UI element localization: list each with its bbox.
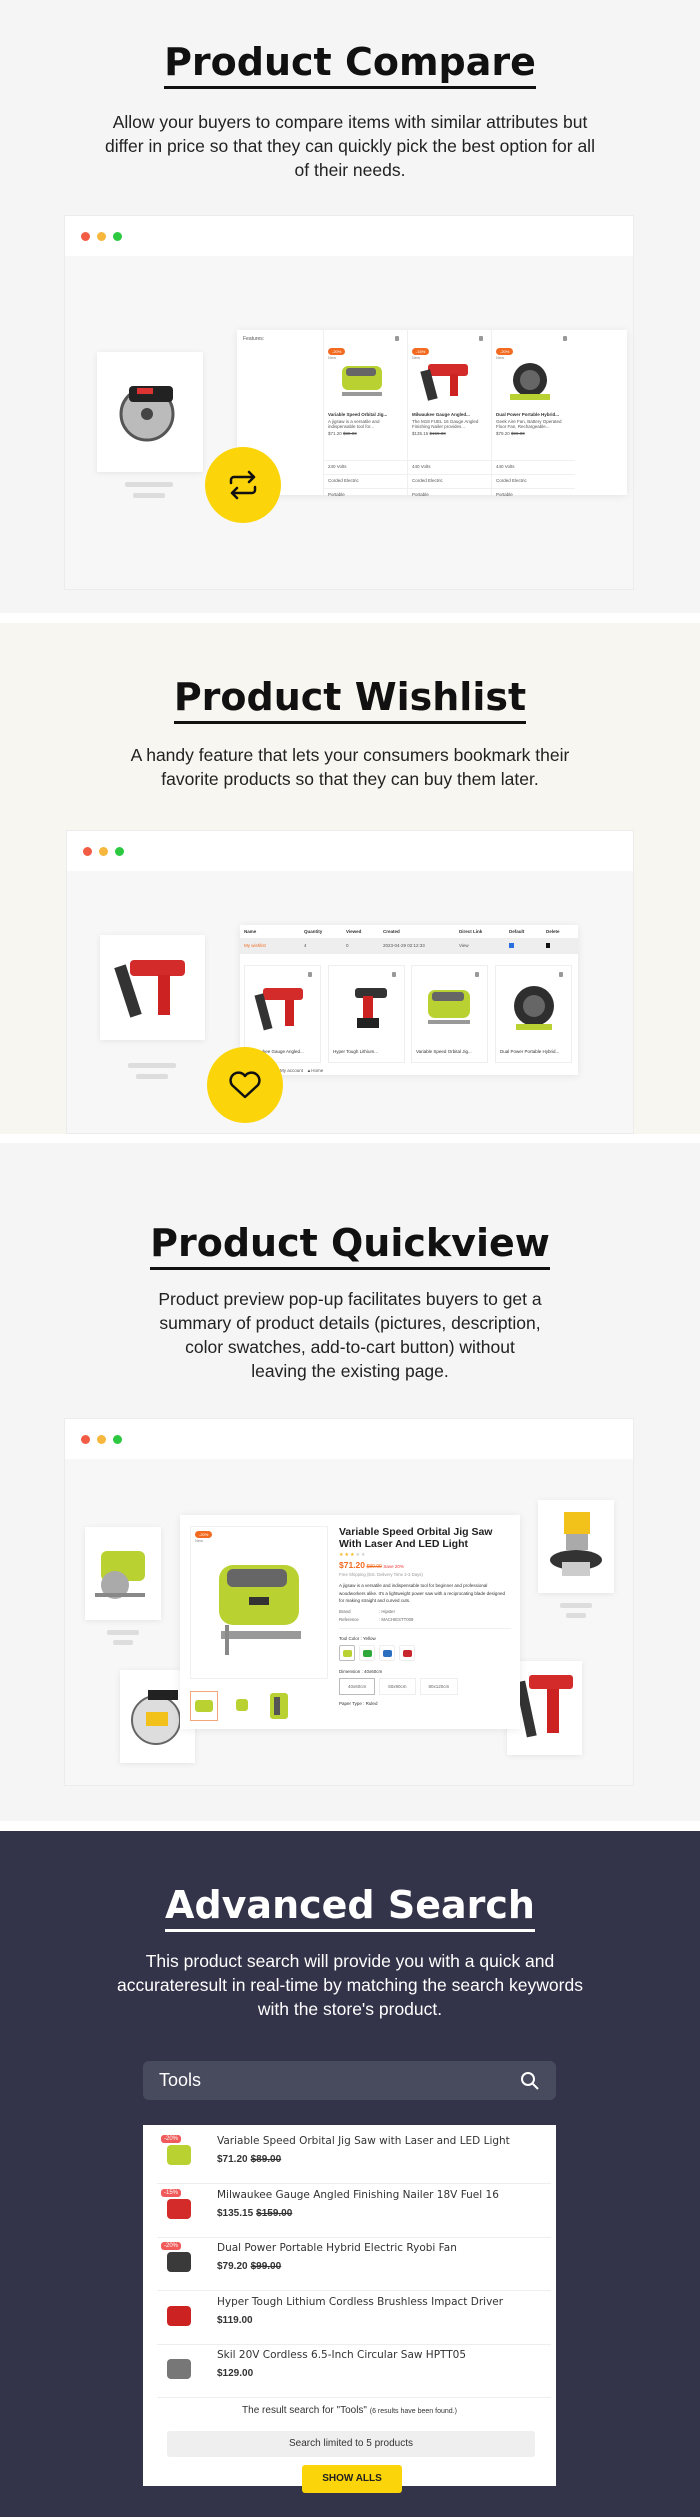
delete-icon[interactable]	[395, 336, 399, 341]
product-price: $135.15 $159.00	[217, 2207, 293, 2219]
product-name[interactable]: Dual Power Portable Hybrid...	[496, 412, 571, 417]
result-summary: The result search for "Tools" (6 results…	[242, 2405, 457, 2416]
section-title: Advanced Search	[0, 1883, 700, 1932]
delete-icon[interactable]	[546, 943, 550, 948]
search-result-item[interactable]: -15% Milwaukee Gauge Angled Finishing Nai…	[157, 2183, 551, 2238]
discount-badge: -15%	[161, 2188, 182, 2197]
discount-badge: -20%	[161, 2242, 182, 2250]
swatch-yellow[interactable]	[339, 1644, 355, 1661]
features-label: Features:	[243, 336, 265, 342]
product-name[interactable]: Variable Speed Orbital Jig Saw with Lase…	[217, 2135, 510, 2147]
discount-badge: -20%	[161, 2135, 182, 2143]
product-name[interactable]: Hyper Tough Lithium Cordless Brushless I…	[217, 2296, 503, 2308]
thumbnail[interactable]	[228, 1691, 256, 1721]
compare-product: -15% New Milwaukee Gauge Angled... The M…	[407, 330, 491, 497]
view-link[interactable]: View	[459, 943, 509, 949]
delete-icon[interactable]	[479, 336, 483, 341]
wishlist-name-link[interactable]: My wishlist	[244, 943, 304, 949]
compare-product: -20% New Dual Power Portable Hybrid... G…	[491, 330, 575, 497]
thumbnail[interactable]	[266, 1691, 294, 1721]
thumbnail[interactable]	[190, 1691, 218, 1721]
table-header: Name Quantity Viewed Created Direct Link Defa…	[244, 929, 560, 934]
compare-product: -20% New Variable Speed Orbital Jig... A…	[323, 330, 407, 497]
wishlist-item[interactable]: Hyper Tough Lithium...	[328, 965, 405, 1063]
jigsaw-image	[219, 1565, 301, 1655]
fan-image	[510, 363, 550, 400]
heart-icon	[207, 1047, 283, 1123]
wishlist-item[interactable]: Dual Power Portable Hybrid...	[495, 965, 572, 1063]
swatch-blue[interactable]	[379, 1644, 395, 1661]
product-card[interactable]	[100, 935, 205, 1040]
delete-icon[interactable]	[563, 336, 567, 341]
quickview-popup: -20% New Variable Speed Orbital Jig Saw W…	[180, 1515, 520, 1729]
search-limit-notice: Search limited to 5 products	[167, 2431, 535, 2457]
nailer-image	[420, 364, 468, 401]
dimension-option[interactable]: 60x90cm	[379, 1677, 416, 1695]
rating-stars: ★★★★★	[339, 1552, 367, 1558]
table-row: My wishlist 4 0 2023-04-29 02:12:33 View	[240, 938, 578, 954]
product-price: $119.00	[217, 2314, 253, 2326]
product-name[interactable]: Milwaukee Gauge Angled Finishing Nailer …	[217, 2189, 499, 2201]
compare-arrows-icon	[205, 447, 281, 523]
product-price: $79.20 $99.00	[217, 2261, 282, 2272]
dimension-option[interactable]: 80x120cm	[419, 1677, 459, 1695]
main-image: -20% New	[190, 1526, 328, 1679]
product-title: Variable Speed Orbital Jig Saw With Lase…	[339, 1526, 493, 1550]
product-thumbnail	[159, 2347, 199, 2391]
section-description: This product search will provide you wit…	[117, 1951, 583, 2019]
product-card[interactable]	[97, 352, 203, 472]
search-result-item[interactable]: Hyper Tough Lithium Cordless Brushless I…	[157, 2290, 551, 2345]
product-name[interactable]: Dual Power Portable Hybrid Electric Ryob…	[217, 2242, 457, 2254]
search-result-item[interactable]: -20% Variable Speed Orbital Jig Saw with …	[157, 2129, 551, 2184]
window-bar	[65, 216, 633, 256]
circular-saw-image	[119, 386, 175, 442]
product-price: $71.20 $89.00	[217, 2154, 282, 2165]
product-name[interactable]: Skil 20V Cordless 6.5-Inch Circular Saw …	[217, 2349, 466, 2361]
search-input[interactable]: Tools	[143, 2061, 556, 2100]
dimension-option[interactable]: 40x60cm	[339, 1677, 376, 1695]
nailer-image	[114, 960, 185, 1018]
search-result-item[interactable]: -20% Dual Power Portable Hybrid Electric …	[157, 2236, 551, 2291]
compare-table: Features: -20% New Variable Speed Orbita…	[237, 330, 627, 497]
search-section: Advanced Search This product search will…	[0, 1831, 700, 2517]
color-swatches	[339, 1644, 511, 1663]
section-description: Product preview pop-up facilitates buyer…	[158, 1289, 542, 1381]
jigsaw-image	[342, 366, 382, 396]
search-result-item[interactable]: Skil 20V Cordless 6.5-Inch Circular Saw …	[157, 2343, 551, 2398]
product-card[interactable]	[85, 1527, 161, 1620]
search-icon[interactable]	[520, 2071, 540, 2091]
wishlist-item[interactable]: Variable Speed Orbital Jig...	[411, 965, 488, 1063]
product-card[interactable]	[538, 1500, 614, 1593]
swatch-green[interactable]	[359, 1644, 375, 1661]
product-name[interactable]: Milwaukee Gauge Angled...	[412, 412, 487, 417]
section-title: Product Quickview	[0, 1221, 700, 1270]
my-account-link[interactable]: My account	[280, 1068, 303, 1073]
product-thumbnail	[159, 2294, 199, 2338]
thumbnails	[190, 1691, 294, 1721]
section-title: Product Wishlist	[0, 675, 700, 724]
section-title: Product Compare	[0, 40, 700, 89]
home-link[interactable]: Home	[311, 1068, 323, 1073]
quickview-section: Product Quickview Product preview pop-up…	[0, 1143, 700, 1821]
default-checkbox[interactable]	[509, 943, 514, 948]
wishlist-table: Name Quantity Viewed Created Direct Link Defa…	[240, 925, 578, 1075]
show-all-button[interactable]: SHOW ALLS	[302, 2465, 402, 2493]
wishlist-section: Product Wishlist A handy feature that le…	[0, 623, 700, 1134]
compare-section: Product Compare Allow your buyers to com…	[0, 0, 700, 613]
swatch-red[interactable]	[399, 1644, 415, 1661]
discount-badge: -20%	[328, 348, 346, 355]
product-name[interactable]: Variable Speed Orbital Jig...	[328, 412, 403, 417]
section-description: Allow your buyers to compare items with …	[105, 112, 595, 180]
search-results: -20% Variable Speed Orbital Jig Saw with …	[143, 2125, 556, 2493]
section-description: A handy feature that lets your consumers…	[130, 745, 570, 789]
product-price: $129.00	[217, 2368, 254, 2379]
